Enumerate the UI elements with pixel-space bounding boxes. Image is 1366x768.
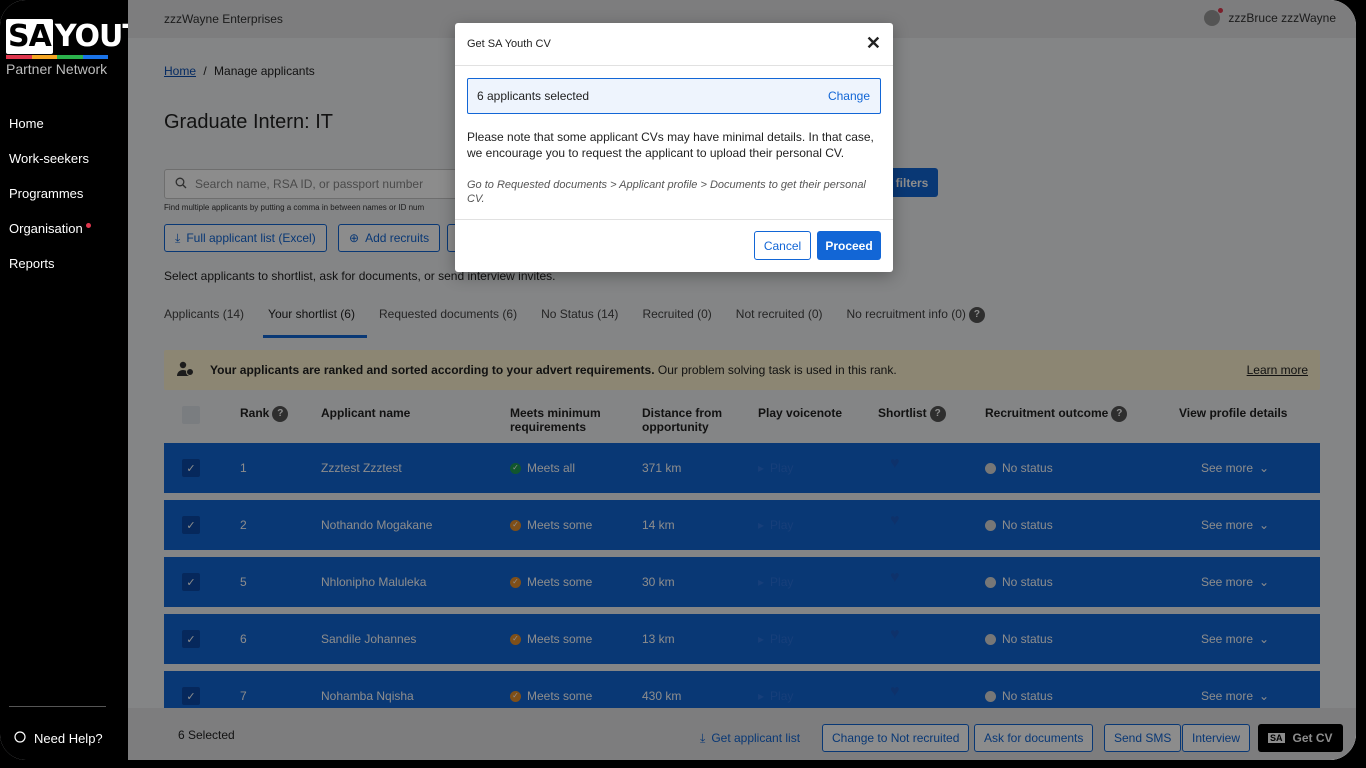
modal-header: Get SA Youth CV ✕ <box>455 23 893 66</box>
change-selection-link[interactable]: Change <box>828 89 870 103</box>
sidebar-item-programmes[interactable]: Programmes <box>9 186 91 221</box>
screen: SA YOUTH Partner Network Home Work-seeker… <box>0 0 1356 760</box>
sidebar-item-reports[interactable]: Reports <box>9 256 91 291</box>
sidebar-nav: Home Work-seekers Programmes Organisatio… <box>9 116 91 291</box>
need-help-label: Need Help? <box>34 731 103 746</box>
sidebar-item-home[interactable]: Home <box>9 116 91 151</box>
modal-note: Please note that some applicant CVs may … <box>467 130 874 160</box>
modal-divider <box>455 219 893 220</box>
help-icon <box>14 731 26 746</box>
selected-applicants-box: 6 applicants selected Change <box>467 78 881 114</box>
proceed-button[interactable]: Proceed <box>817 231 881 260</box>
cancel-button[interactable]: Cancel <box>754 231 811 260</box>
close-icon[interactable]: ✕ <box>866 34 881 52</box>
notification-dot <box>85 223 91 228</box>
logo-color-bar <box>6 55 108 59</box>
modal-path-note: Go to Requested documents > Applicant pr… <box>467 179 866 205</box>
modal-title: Get SA Youth CV <box>467 38 551 50</box>
selected-applicants-text: 6 applicants selected <box>477 89 590 103</box>
sidebar: SA YOUTH Partner Network Home Work-seeker… <box>0 0 167 760</box>
divider <box>9 706 106 707</box>
need-help-button[interactable]: Need Help? <box>14 731 103 746</box>
get-cv-modal: Get SA Youth CV ✕ 6 applicants selected … <box>455 23 893 272</box>
device-frame: SA YOUTH Partner Network Home Work-seeker… <box>0 0 1366 768</box>
sidebar-item-organisation[interactable]: Organisation <box>9 221 91 256</box>
sidebar-item-work-seekers[interactable]: Work-seekers <box>9 151 91 186</box>
